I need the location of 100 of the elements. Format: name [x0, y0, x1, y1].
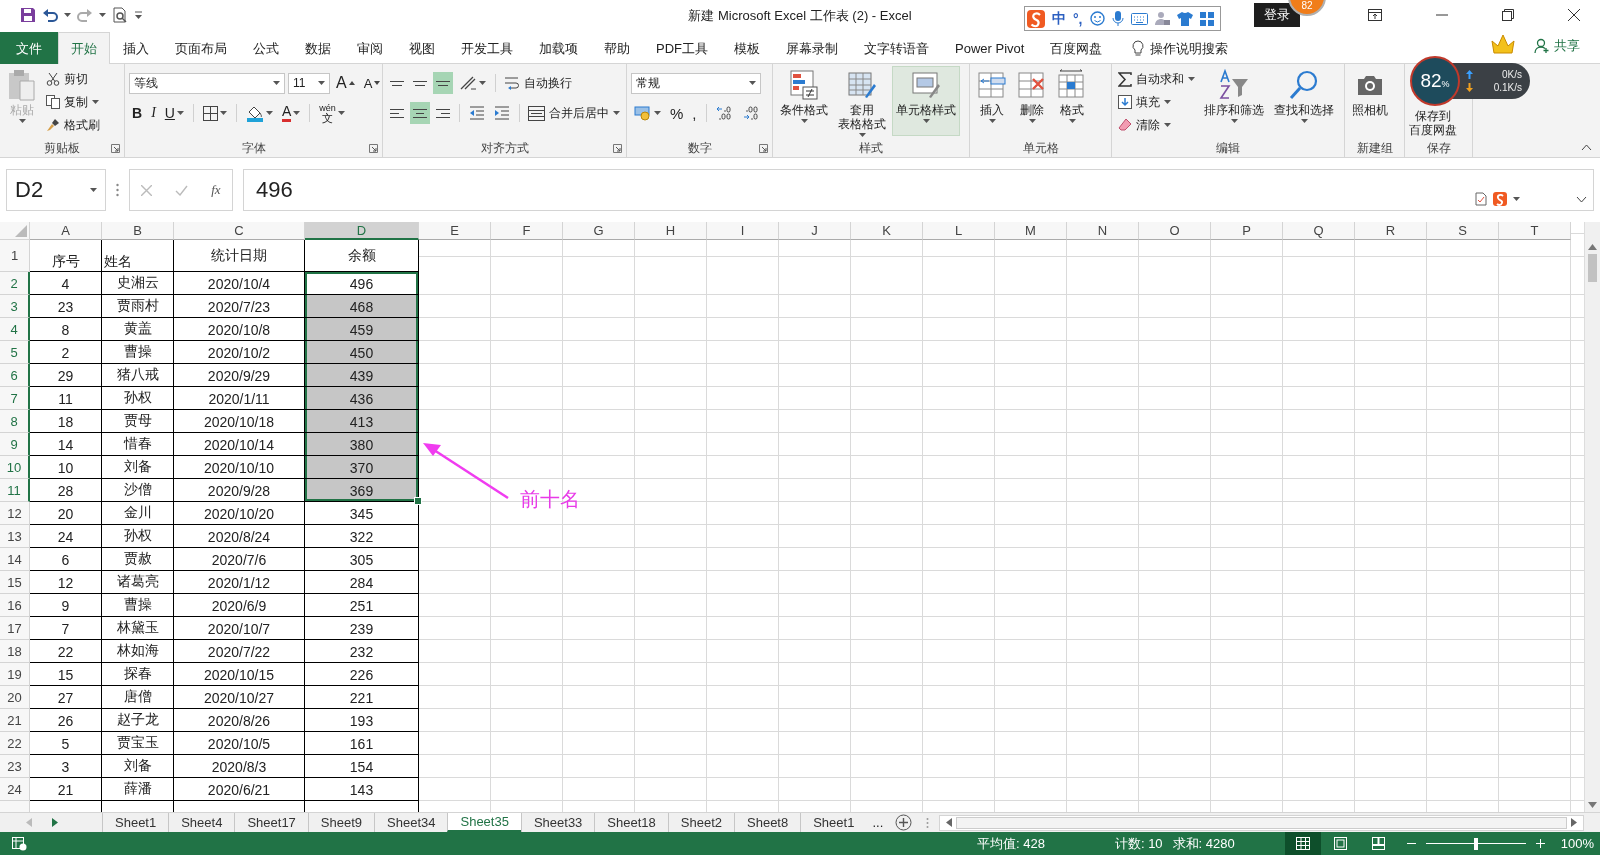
ribbon-tab[interactable]: 帮助: [591, 32, 643, 64]
column-header[interactable]: F: [491, 222, 563, 240]
column-header[interactable]: G: [563, 222, 635, 240]
sort-filter-button[interactable]: 排序和筛选: [1201, 67, 1267, 135]
column-header[interactable]: B: [102, 222, 174, 240]
ribbon-tab[interactable]: 数据: [292, 32, 344, 64]
row-header[interactable]: 1: [0, 240, 30, 272]
ribbon-tab[interactable]: 开始: [58, 32, 110, 64]
cells-button[interactable]: 删除: [1014, 67, 1050, 135]
row-header[interactable]: 21: [0, 709, 30, 732]
tell-me-search[interactable]: 操作说明搜索: [1119, 32, 1242, 64]
clear-button[interactable]: 清除: [1116, 115, 1197, 135]
cells-button[interactable]: 插入: [974, 67, 1010, 135]
insert-function-button[interactable]: fx: [211, 182, 221, 198]
style-button[interactable]: 套用 表格格式: [835, 67, 889, 139]
bold-button[interactable]: B: [129, 102, 146, 124]
file-tab[interactable]: 文件: [0, 32, 58, 64]
row-header[interactable]: 8: [0, 410, 30, 433]
column-header[interactable]: R: [1355, 222, 1427, 240]
sign-in-button[interactable]: 登录: [1254, 3, 1300, 27]
copy-button[interactable]: 复制: [44, 92, 102, 112]
ribbon-tab[interactable]: 公式: [240, 32, 292, 64]
autosum-button[interactable]: 自动求和: [1116, 69, 1197, 89]
percent-button[interactable]: %: [667, 102, 687, 124]
column-header[interactable]: Q: [1283, 222, 1355, 240]
column-header[interactable]: I: [707, 222, 779, 240]
row-header[interactable]: 17: [0, 617, 30, 640]
style-button[interactable]: 单元格样式: [893, 67, 959, 135]
row-header[interactable]: 19: [0, 663, 30, 686]
row-header[interactable]: 3: [0, 295, 30, 318]
input-method-toolbar[interactable]: 中 °,: [1024, 6, 1221, 31]
camera-button[interactable]: 照相机: [1349, 67, 1391, 135]
comma-style-button[interactable]: ,: [689, 102, 700, 124]
formula-input[interactable]: 496: [243, 169, 1594, 211]
format-painter-button[interactable]: 格式刷: [44, 115, 102, 135]
font-name-field[interactable]: 等线: [129, 72, 285, 94]
column-header[interactable]: J: [779, 222, 851, 240]
ribbon-tab[interactable]: 页面布局: [162, 32, 240, 64]
row-header[interactable]: 24: [0, 778, 30, 801]
row-header[interactable]: 16: [0, 594, 30, 617]
ribbon-tab[interactable]: PDF工具: [643, 32, 721, 64]
column-header[interactable]: D: [305, 222, 419, 240]
number-format-field[interactable]: 常规: [631, 72, 761, 94]
name-box[interactable]: D2: [6, 169, 106, 211]
network-monitor[interactable]: 82% 0K/s 0.1K/s: [1410, 56, 1530, 106]
row-header[interactable]: 13: [0, 525, 30, 548]
column-header[interactable]: S: [1427, 222, 1499, 240]
row-header[interactable]: 6: [0, 364, 30, 387]
row-header[interactable]: 9: [0, 433, 30, 456]
ribbon-tab[interactable]: 开发工具: [448, 32, 526, 64]
column-header[interactable]: C: [174, 222, 305, 240]
row-header[interactable]: 23: [0, 755, 30, 778]
find-select-button[interactable]: 查找和选择: [1271, 67, 1337, 135]
share-button[interactable]: 共享: [1534, 37, 1580, 55]
row-header[interactable]: 14: [0, 548, 30, 571]
cells-button[interactable]: 格式: [1054, 67, 1090, 135]
fill-button[interactable]: 填充: [1116, 92, 1197, 112]
row-header[interactable]: 10: [0, 456, 30, 479]
column-header[interactable]: M: [995, 222, 1067, 240]
column-header[interactable]: P: [1211, 222, 1283, 240]
save-to-cloud-button[interactable]: 保存到 百度网盘: [1409, 109, 1457, 137]
row-header[interactable]: 20: [0, 686, 30, 709]
punctuation-mode-label[interactable]: °,: [1073, 10, 1083, 27]
zoom-level[interactable]: 100%: [1560, 836, 1594, 851]
ribbon-tab[interactable]: 视图: [396, 32, 448, 64]
sheet-tab[interactable]: Sheet35: [447, 813, 521, 832]
ribbon-tab[interactable]: 加载项: [526, 32, 591, 64]
grow-font-button[interactable]: A: [333, 72, 358, 94]
row-header[interactable]: 4: [0, 318, 30, 341]
merge-center-button[interactable]: 合并后居中: [526, 103, 622, 123]
row-header[interactable]: 5: [0, 341, 30, 364]
column-header[interactable]: N: [1067, 222, 1139, 240]
column-header[interactable]: K: [851, 222, 923, 240]
italic-button[interactable]: I: [148, 102, 159, 124]
ribbon-tab[interactable]: 百度网盘: [1037, 32, 1116, 64]
ribbon-tab[interactable]: 审阅: [344, 32, 396, 64]
style-button[interactable]: 条件格式: [777, 67, 831, 135]
column-header[interactable]: E: [419, 222, 491, 240]
column-header[interactable]: H: [635, 222, 707, 240]
ribbon-tab[interactable]: Power Pivot: [942, 32, 1038, 64]
row-header[interactable]: 11: [0, 479, 30, 502]
row-header[interactable]: 12: [0, 502, 30, 525]
row-header[interactable]: 18: [0, 640, 30, 663]
cut-button[interactable]: 剪切: [44, 69, 102, 89]
column-header[interactable]: T: [1499, 222, 1571, 240]
column-header[interactable]: A: [30, 222, 102, 240]
row-header[interactable]: 7: [0, 387, 30, 410]
column-header[interactable]: L: [923, 222, 995, 240]
font-color-button[interactable]: A: [278, 102, 304, 124]
wrap-text-button[interactable]: 自动换行: [502, 73, 574, 93]
row-header[interactable]: 22: [0, 732, 30, 755]
column-header[interactable]: O: [1139, 222, 1211, 240]
ribbon-tab[interactable]: 模板: [721, 32, 773, 64]
input-mode-label[interactable]: 中: [1052, 9, 1066, 28]
more-sheets-button[interactable]: ...: [866, 815, 890, 830]
row-header[interactable]: 15: [0, 571, 30, 594]
shrink-font-button[interactable]: A: [360, 72, 384, 94]
underline-button[interactable]: U: [161, 102, 187, 124]
ribbon-tab[interactable]: 文字转语音: [851, 32, 942, 64]
row-header[interactable]: 2: [0, 272, 30, 295]
